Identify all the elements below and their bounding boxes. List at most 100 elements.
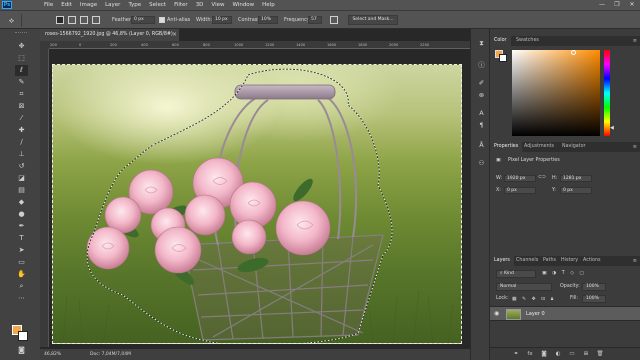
character-panel-icon[interactable]: ¶	[477, 121, 486, 130]
quick-selection-tool-icon[interactable]: ✎	[15, 77, 28, 88]
libraries-panel-icon[interactable]: ⚇	[477, 159, 486, 168]
frequency-input[interactable]: 57	[308, 16, 322, 24]
vertical-ruler[interactable]	[40, 49, 49, 347]
background-color-swatch[interactable]	[18, 331, 28, 341]
gradient-tool-icon[interactable]: ▤	[15, 185, 28, 196]
minimize-button[interactable]: —	[596, 1, 608, 9]
pen-pressure-icon[interactable]	[330, 16, 338, 24]
add-to-selection-icon[interactable]	[68, 16, 76, 24]
subtract-selection-icon[interactable]	[80, 16, 88, 24]
panel-background-swatch[interactable]	[499, 54, 507, 62]
brush-tool-icon[interactable]: ∕	[15, 137, 28, 148]
history-panel-icon[interactable]: ⧗	[477, 39, 486, 48]
delete-layer-icon[interactable]: 🗑︎	[596, 350, 604, 358]
restore-button[interactable]: ❐	[611, 1, 623, 9]
image-canvas[interactable]	[52, 64, 462, 344]
crop-tool-icon[interactable]: ⌗	[15, 89, 28, 100]
layer-row[interactable]: ◉ Layer 0	[490, 306, 640, 321]
paragraph-panel-icon[interactable]: A	[477, 109, 486, 118]
hand-tool-icon[interactable]: ✋	[15, 269, 28, 280]
path-selection-tool-icon[interactable]: ➤	[15, 245, 28, 256]
height-field[interactable]: 1281 px	[560, 175, 592, 182]
menu-filter[interactable]: Filter	[174, 2, 188, 8]
marquee-tool-icon[interactable]: ⬚	[15, 53, 28, 64]
panel-menu-icon[interactable]: ≡	[633, 36, 637, 46]
color-picker-field[interactable]	[512, 50, 600, 136]
lock-icons[interactable]: ▦ ✎ ✥ ⊡ 🔒︎	[512, 296, 555, 302]
new-layer-icon[interactable]: ⊞	[582, 350, 590, 358]
feather-input[interactable]: 0 px	[131, 16, 155, 24]
menu-file[interactable]: File	[44, 2, 53, 8]
move-tool-icon[interactable]: ✥	[15, 41, 28, 52]
x-field[interactable]: 0 px	[504, 187, 536, 194]
healing-brush-tool-icon[interactable]: ✚	[15, 125, 28, 136]
toolbar-grip[interactable]	[15, 32, 27, 34]
contrast-input[interactable]: 10%	[258, 16, 278, 24]
type-tool-icon[interactable]: T	[15, 233, 28, 244]
zoom-level[interactable]: 46,82%	[44, 349, 61, 360]
menu-type[interactable]: Type	[128, 2, 141, 8]
menu-layer[interactable]: Layer	[105, 2, 120, 8]
intersect-selection-icon[interactable]	[92, 16, 100, 24]
glyphs-panel-icon[interactable]: Å	[477, 141, 486, 150]
visibility-eye-icon[interactable]: ◉	[494, 310, 499, 317]
adjustment-layer-icon[interactable]: ◐	[554, 350, 562, 358]
panel-menu-icon[interactable]: ≡	[633, 142, 637, 152]
history-brush-tool-icon[interactable]: ↺	[15, 161, 28, 172]
menu-window[interactable]: Window	[232, 2, 254, 8]
menu-help[interactable]: Help	[262, 2, 275, 8]
add-mask-icon[interactable]: ◙	[540, 350, 548, 358]
document-tab[interactable]: roses-1566792_1920.jpg @ 46,8% (Layer 0,…	[40, 29, 180, 41]
width-field[interactable]: 1920 px	[504, 175, 536, 182]
layer-filter-icons[interactable]: ▣ ◑ T ◇ ▢	[542, 271, 586, 276]
more-tools-icon[interactable]: ⋯	[15, 293, 28, 304]
hue-slider[interactable]	[604, 50, 610, 136]
antialias-checkbox[interactable]	[159, 17, 165, 23]
menu-image[interactable]: Image	[80, 2, 97, 8]
hue-slider-handle-icon[interactable]: ◀	[610, 125, 614, 131]
clone-stamp-tool-icon[interactable]: ⊥	[15, 149, 28, 160]
menu-3d[interactable]: 3D	[196, 2, 204, 8]
layer-filter-select[interactable]: ⌕ Kind	[496, 270, 536, 278]
eraser-tool-icon[interactable]: ◪	[15, 173, 28, 184]
tab-swatches[interactable]: Swatches	[512, 36, 543, 46]
color-picker-cursor[interactable]	[571, 50, 576, 55]
new-group-icon[interactable]: ▭	[568, 350, 576, 358]
panel-menu-icon[interactable]: ≡	[633, 256, 637, 266]
tab-adjustments[interactable]: Adjustments	[520, 142, 558, 152]
tab-navigator[interactable]: Navigator	[558, 142, 589, 152]
tab-actions[interactable]: Actions	[579, 256, 605, 266]
tab-layers[interactable]: Layers	[490, 256, 514, 266]
lasso-tool-icon[interactable]: ℓ	[15, 65, 28, 76]
clone-source-icon[interactable]: ⊗	[477, 91, 486, 100]
link-dimensions-icon[interactable]: ⊂⊃	[538, 175, 546, 180]
new-selection-icon[interactable]	[56, 16, 64, 24]
dodge-tool-icon[interactable]: ●	[15, 209, 28, 220]
menu-select[interactable]: Select	[149, 2, 166, 8]
link-layers-icon[interactable]: ⚭	[512, 350, 520, 358]
rectangle-tool-icon[interactable]: ▭	[15, 257, 28, 268]
blur-tool-icon[interactable]: ◆	[15, 197, 28, 208]
brush-settings-icon[interactable]: ✐	[477, 79, 486, 88]
close-window-button[interactable]: ✕	[626, 1, 638, 9]
info-panel-icon[interactable]: ⓘ	[477, 61, 486, 70]
select-and-mask-button[interactable]: Select and Mask...	[348, 15, 398, 25]
magnetic-lasso-preset-icon[interactable]: ⟡	[2, 14, 22, 27]
horizontal-ruler[interactable]: 200 0 200 400 600 800 1000 1200 1400 160…	[49, 41, 470, 50]
tab-properties[interactable]: Properties	[490, 142, 523, 152]
y-field[interactable]: 0 px	[560, 187, 592, 194]
close-tab-icon[interactable]: ×	[172, 29, 177, 41]
eyedropper-tool-icon[interactable]: ⁄	[15, 113, 28, 124]
tab-color[interactable]: Color	[490, 36, 511, 46]
menu-edit[interactable]: Edit	[61, 2, 72, 8]
opacity-field[interactable]: 100%	[582, 283, 606, 291]
fill-field[interactable]: 100%	[582, 295, 606, 303]
menu-view[interactable]: View	[211, 2, 224, 8]
blend-mode-select[interactable]: Normal	[496, 283, 552, 291]
pen-tool-icon[interactable]: ✒	[15, 221, 28, 232]
tab-channels[interactable]: Channels	[512, 256, 542, 266]
zoom-tool-icon[interactable]: ⌕	[15, 281, 28, 292]
quick-mask-icon[interactable]: ◙	[15, 345, 28, 356]
width-input[interactable]: 10 px	[212, 16, 232, 24]
ruler-corner[interactable]	[40, 41, 49, 49]
